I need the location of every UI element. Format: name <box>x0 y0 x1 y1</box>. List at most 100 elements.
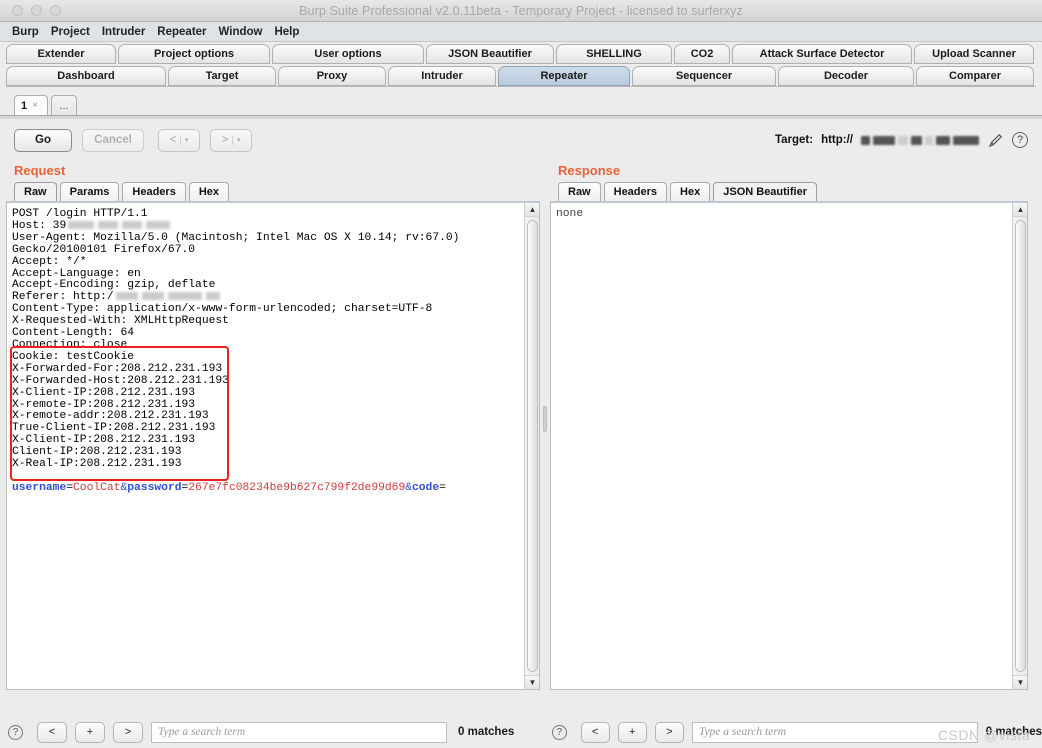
tab-comparer[interactable]: Comparer <box>916 66 1034 86</box>
request-line-7: Referer: http:/ <box>12 291 114 304</box>
request-editor[interactable]: POST /login HTTP/1.1 Host: 39 User-Agent… <box>6 203 540 690</box>
back-button[interactable]: < | ▾ <box>158 128 200 152</box>
request-response-panes: Request Raw Params Headers Hex POST /log… <box>0 161 1042 690</box>
request-tab-hex[interactable]: Hex <box>188 182 229 201</box>
search-next-button[interactable]: > <box>654 721 684 743</box>
search-prev-button[interactable]: < <box>37 721 67 743</box>
cancel-button[interactable]: Cancel <box>82 128 144 152</box>
request-line-10: Content-Length: 64 <box>12 327 135 340</box>
response-body-text[interactable]: none <box>551 203 1027 221</box>
request-line-14: X-Forwarded-Host:208.212.231.193 <box>12 374 229 387</box>
pane-splitter[interactable] <box>540 161 550 677</box>
request-line-15: X-Client-IP:208.212.231.193 <box>12 386 196 399</box>
tab-json-beautifier[interactable]: JSON Beautifier <box>426 44 554 64</box>
scroll-down-icon[interactable]: ▼ <box>525 675 539 689</box>
help-question-icon[interactable]: ? <box>8 724 23 740</box>
request-title: Request <box>14 163 66 178</box>
tab-upload-scanner[interactable]: Upload Scanner <box>914 44 1034 64</box>
response-tab-headers[interactable]: Headers <box>603 182 668 201</box>
request-line-19: X-Client-IP:208.212.231.193 <box>12 434 196 447</box>
help-question-icon[interactable]: ? <box>552 724 567 740</box>
request-line-0: POST /login HTTP/1.1 <box>12 208 148 220</box>
splitter-grip[interactable] <box>543 406 547 432</box>
tab-project-options[interactable]: Project options <box>118 44 270 64</box>
chevron-down-icon[interactable]: ▾ <box>185 136 189 144</box>
menu-item-window[interactable]: Window <box>213 23 269 41</box>
tab-decoder[interactable]: Decoder <box>778 66 914 86</box>
forward-button-separator: | <box>231 134 234 146</box>
request-search-bar: ? < + > Type a search term 0 matches <box>0 716 540 748</box>
request-tab-headers[interactable]: Headers <box>122 182 186 201</box>
request-line-16: X-remote-IP:208.212.231.193 <box>12 398 196 411</box>
response-search-input[interactable]: Type a search term <box>691 721 978 743</box>
menu-item-intruder[interactable]: Intruder <box>96 23 151 41</box>
tab-shelling[interactable]: SHELLING <box>556 44 672 64</box>
response-editor[interactable]: none ▲ ▼ <box>550 203 1028 690</box>
menu-item-repeater[interactable]: Repeater <box>151 23 212 41</box>
scrollbar-thumb[interactable] <box>527 220 538 672</box>
menu-item-project[interactable]: Project <box>45 23 96 41</box>
scroll-up-icon[interactable]: ▲ <box>1013 203 1027 217</box>
request-tab-params[interactable]: Params <box>59 182 120 201</box>
tabs-divider <box>6 86 1036 87</box>
main-tabs-row-2: Dashboard Target Proxy Intruder Repeater… <box>0 66 1042 86</box>
response-tab-raw[interactable]: Raw <box>558 182 601 201</box>
repeater-tab-1-label: 1 <box>21 99 28 112</box>
window-titlebar: Burp Suite Professional v2.0.11beta - Te… <box>0 0 1042 22</box>
request-pane: Request Raw Params Headers Hex POST /log… <box>0 161 540 690</box>
search-add-button[interactable]: + <box>75 721 105 743</box>
request-match-count: 0 matches <box>458 726 515 738</box>
tab-attack-surface-detector[interactable]: Attack Surface Detector <box>732 44 912 64</box>
scroll-up-icon[interactable]: ▲ <box>525 203 539 217</box>
request-vertical-scrollbar[interactable]: ▲ ▼ <box>524 203 539 689</box>
request-line-12: Cookie: testCookie <box>12 350 135 363</box>
response-tab-json-beautifier[interactable]: JSON Beautifier <box>713 182 817 201</box>
body-param-1-value: CoolCat <box>73 481 121 494</box>
request-line-21: X-Real-IP:208.212.231.193 <box>12 458 182 471</box>
scroll-down-icon[interactable]: ▼ <box>1013 675 1027 689</box>
chevron-down-icon[interactable]: ▾ <box>237 136 241 144</box>
request-line-18: True-Client-IP:208.212.231.193 <box>12 422 216 435</box>
pencil-icon[interactable] <box>987 132 1004 149</box>
request-tabs: Raw Params Headers Hex <box>6 182 540 203</box>
response-vertical-scrollbar[interactable]: ▲ ▼ <box>1012 203 1027 689</box>
body-eq-3: = <box>439 481 446 494</box>
tab-user-options[interactable]: User options <box>272 44 424 64</box>
tab-repeater[interactable]: Repeater <box>498 66 630 86</box>
menu-item-burp[interactable]: Burp <box>6 23 45 41</box>
bottom-search-bars: ? < + > Type a search term 0 matches ? <… <box>0 716 1042 748</box>
window-title: Burp Suite Professional v2.0.11beta - Te… <box>299 3 743 18</box>
menu-bar: Burp Project Intruder Repeater Window He… <box>0 22 1042 42</box>
forward-button[interactable]: > | ▾ <box>210 128 252 152</box>
repeater-add-tab-button[interactable]: ... <box>51 95 77 115</box>
tab-intruder[interactable]: Intruder <box>388 66 496 86</box>
body-amp-2: & <box>405 481 412 494</box>
search-next-button[interactable]: > <box>113 721 143 743</box>
help-question-icon[interactable]: ? <box>1012 132 1028 148</box>
request-tab-raw[interactable]: Raw <box>14 182 57 201</box>
go-button[interactable]: Go <box>14 128 72 152</box>
response-title: Response <box>558 163 621 178</box>
tab-dashboard[interactable]: Dashboard <box>6 66 166 86</box>
tab-target[interactable]: Target <box>168 66 276 86</box>
tab-co2[interactable]: CO2 <box>674 44 730 64</box>
request-raw-text[interactable]: POST /login HTTP/1.1 Host: 39 User-Agent… <box>7 203 539 495</box>
tab-proxy[interactable]: Proxy <box>278 66 386 86</box>
scrollbar-thumb[interactable] <box>1015 220 1026 672</box>
forward-button-label: > <box>221 134 229 146</box>
search-add-button[interactable]: + <box>617 721 647 743</box>
search-prev-button[interactable]: < <box>580 721 610 743</box>
response-tab-hex[interactable]: Hex <box>670 182 711 201</box>
repeater-tab-1[interactable]: 1 × <box>14 95 48 115</box>
response-search-bar: ? < + > Type a search term 0 matches <box>540 716 1042 748</box>
target-url-prefix: http:// <box>821 134 853 146</box>
request-line-8: Content-Type: application/x-www-form-url… <box>12 303 433 316</box>
request-search-input[interactable]: Type a search term <box>151 721 447 743</box>
tab-sequencer[interactable]: Sequencer <box>632 66 776 86</box>
close-icon[interactable]: × <box>32 100 38 111</box>
repeater-toolbar: Go Cancel < | ▾ > | ▾ Target: http:// ? <box>0 119 1042 161</box>
tab-extender[interactable]: Extender <box>6 44 116 64</box>
request-line-1: Host: 39 <box>12 219 67 232</box>
target-url-redacted <box>861 135 979 145</box>
menu-item-help[interactable]: Help <box>268 23 305 41</box>
